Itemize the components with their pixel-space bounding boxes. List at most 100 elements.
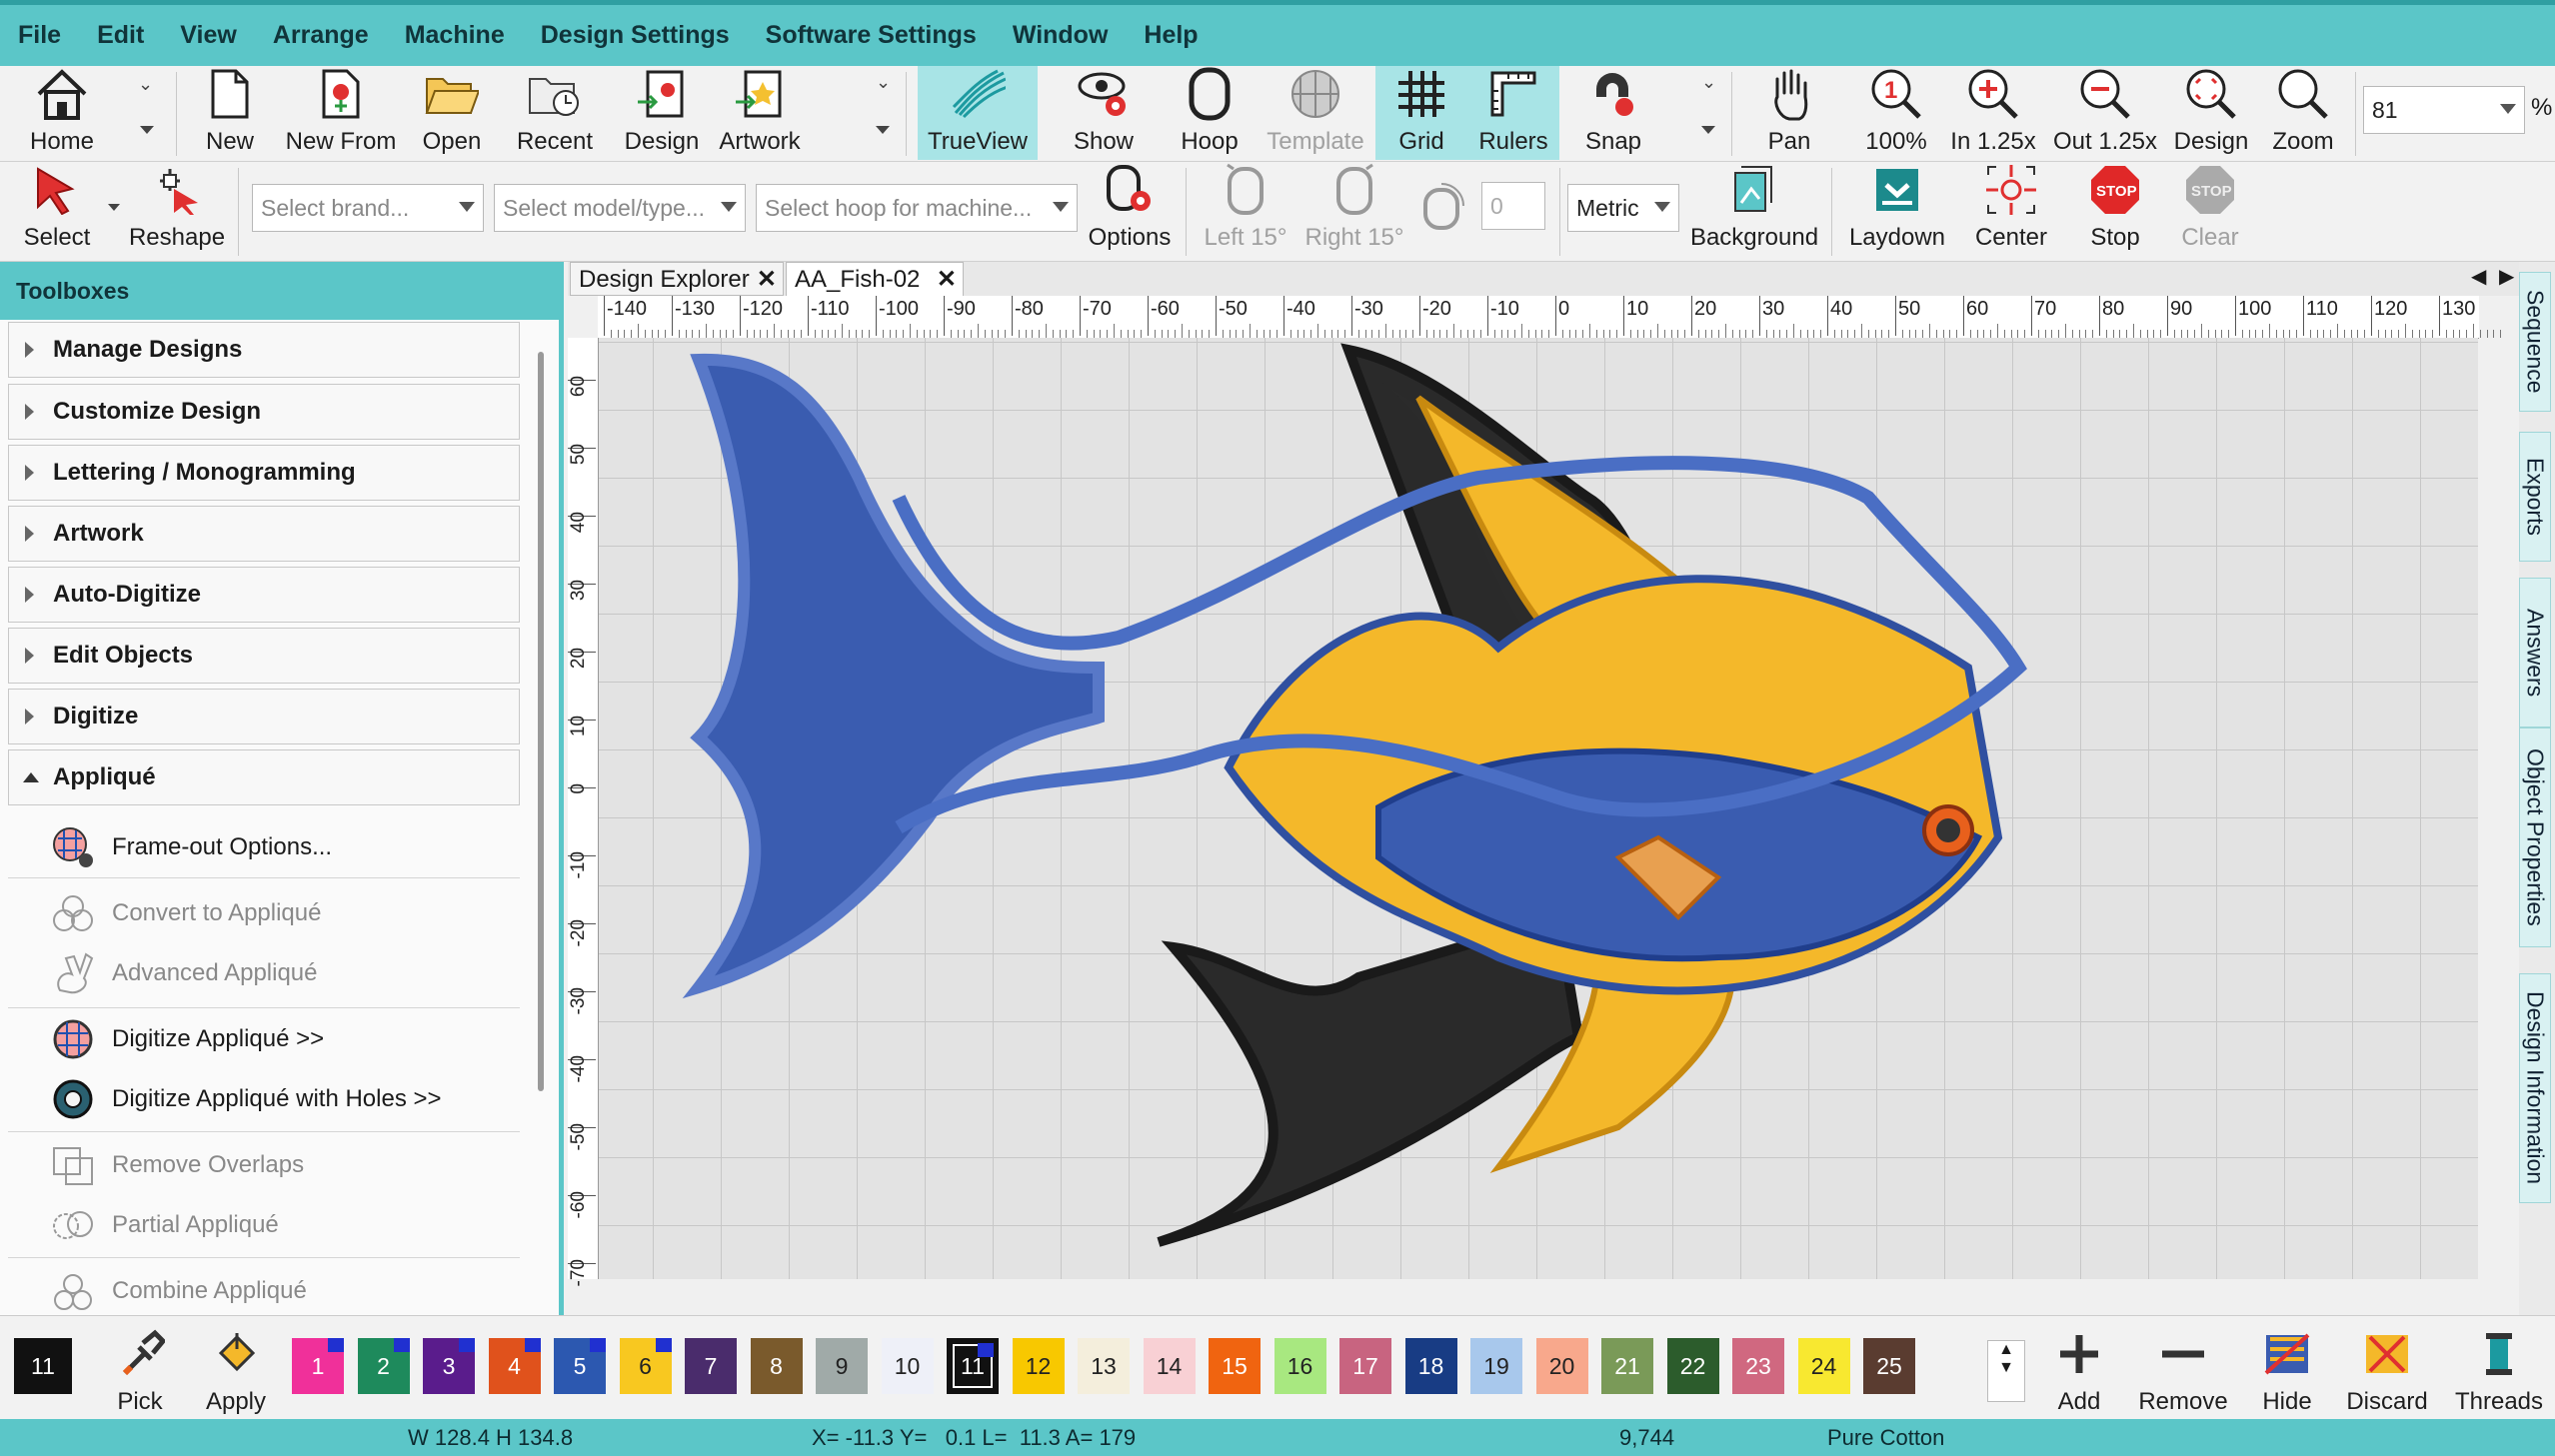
zoom-level-select[interactable]: 81	[2363, 86, 2525, 134]
grid-button[interactable]: Grid	[1375, 66, 1467, 160]
zoom-design-button[interactable]: Design	[2167, 66, 2255, 160]
zoom-in-button[interactable]: In 1.25x	[1945, 66, 2041, 160]
show-button[interactable]: Show	[1046, 66, 1162, 160]
chevron-down-icon[interactable]: ⌄	[876, 72, 891, 93]
category-lettering[interactable]: Lettering / Monogramming	[8, 445, 520, 501]
menu-file[interactable]: File	[0, 21, 79, 50]
tab-design-explorer[interactable]: Design Explorer ✕	[570, 262, 784, 296]
background-button[interactable]: Background	[1689, 162, 1819, 256]
discard-button[interactable]: Discard	[2337, 1316, 2437, 1420]
pan-button[interactable]: Pan	[1747, 66, 1831, 160]
tab-scroll-left-icon[interactable]: ◀	[2471, 264, 2486, 289]
panel-scrollbar[interactable]	[538, 352, 544, 1091]
laydown-button[interactable]: Laydown	[1841, 162, 1953, 256]
thread-swatch-18[interactable]: 18	[1404, 1338, 1457, 1394]
menu-design-settings[interactable]: Design Settings	[523, 21, 748, 50]
rotate-left-15-button[interactable]: Left 15°	[1194, 162, 1297, 256]
thread-swatch-1[interactable]: 1	[292, 1338, 344, 1394]
category-manage-designs[interactable]: Manage Designs	[8, 322, 520, 378]
home-button[interactable]: Home	[16, 66, 108, 160]
digitize-applique-holes-item[interactable]: Digitize Appliqué with Holes >>	[50, 1077, 442, 1121]
menu-view[interactable]: View	[162, 21, 255, 50]
thread-swatch-5[interactable]: 5	[554, 1338, 606, 1394]
reshape-button[interactable]: Reshape	[129, 162, 225, 256]
thread-swatch-24[interactable]: 24	[1797, 1338, 1850, 1394]
category-artwork[interactable]: Artwork	[8, 506, 520, 562]
thread-swatch-11[interactable]: 11	[947, 1338, 999, 1394]
open-button[interactable]: Open	[412, 66, 492, 160]
template-button[interactable]: Template	[1256, 66, 1375, 160]
category-customize-design[interactable]: Customize Design	[8, 384, 520, 440]
options-button[interactable]: Options	[1080, 162, 1180, 256]
category-digitize[interactable]: Digitize	[8, 689, 520, 744]
thread-swatch-21[interactable]: 21	[1601, 1338, 1653, 1394]
model-select[interactable]: Select model/type...	[494, 184, 746, 232]
close-icon[interactable]: ✕	[757, 263, 777, 297]
zoom-100-button[interactable]: 1 100%	[1851, 66, 1941, 160]
menu-window[interactable]: Window	[995, 21, 1127, 50]
hide-button[interactable]: Hide	[2245, 1316, 2329, 1420]
recent-button[interactable]: Recent	[502, 66, 608, 160]
dropdown-arrow-icon[interactable]	[108, 204, 120, 211]
thread-swatch-20[interactable]: 20	[1535, 1338, 1588, 1394]
tab-sequence[interactable]: Sequence	[2519, 272, 2551, 412]
dropdown-arrow-icon[interactable]	[1701, 126, 1715, 134]
menu-help[interactable]: Help	[1126, 21, 1216, 50]
menu-software-settings[interactable]: Software Settings	[748, 21, 995, 50]
thread-swatch-13[interactable]: 13	[1078, 1338, 1130, 1394]
thread-swatch-16[interactable]: 16	[1274, 1338, 1326, 1394]
chevron-down-icon[interactable]: ⌄	[138, 74, 153, 95]
thread-swatch-15[interactable]: 15	[1209, 1338, 1261, 1394]
combine-applique-item[interactable]: Combine Appliqué	[50, 1269, 307, 1313]
scroll-down-icon[interactable]: ▼	[1988, 1359, 2024, 1377]
menu-arrange[interactable]: Arrange	[255, 21, 387, 50]
tab-scroll-right-icon[interactable]: ▶	[2499, 264, 2514, 289]
scroll-up-icon[interactable]: ▲	[1988, 1341, 2024, 1359]
thread-swatch-6[interactable]: 6	[619, 1338, 672, 1394]
thread-swatch-12[interactable]: 12	[1012, 1338, 1065, 1394]
tab-exports[interactable]: Exports	[2519, 432, 2551, 562]
design-canvas[interactable]	[599, 338, 2478, 1279]
close-icon[interactable]: ✕	[937, 263, 957, 297]
apply-button[interactable]: Apply	[186, 1316, 286, 1420]
design-button[interactable]: Design	[618, 66, 706, 160]
thread-swatch-7[interactable]: 7	[685, 1338, 737, 1394]
tab-design-information[interactable]: Design Information	[2519, 973, 2551, 1203]
snap-button[interactable]: Snap	[1561, 66, 1665, 160]
hoop-button[interactable]: Hoop	[1168, 66, 1252, 160]
pick-button[interactable]: Pick	[90, 1316, 190, 1420]
add-thread-button[interactable]: Add	[2033, 1316, 2125, 1420]
threads-button[interactable]: Threads	[2445, 1316, 2553, 1420]
artwork-button[interactable]: Artwork	[714, 66, 806, 160]
thread-swatch-25[interactable]: 25	[1863, 1338, 1915, 1394]
palette-scroll[interactable]: ▲ ▼	[1987, 1340, 2025, 1402]
thread-swatch-8[interactable]: 8	[750, 1338, 803, 1394]
thread-swatch-10[interactable]: 10	[881, 1338, 934, 1394]
zoom-out-button[interactable]: Out 1.25x	[2047, 66, 2163, 160]
thread-swatch-14[interactable]: 14	[1143, 1338, 1196, 1394]
current-color[interactable]: 11	[14, 1338, 72, 1394]
fish-design[interactable]	[599, 338, 2478, 1279]
center-button[interactable]: Center	[1961, 162, 2061, 256]
tab-aa-fish[interactable]: AA_Fish-02 ✕	[786, 262, 964, 296]
digitize-applique-item[interactable]: Digitize Appliqué >>	[50, 1017, 324, 1061]
dropdown-arrow-icon[interactable]	[140, 126, 154, 134]
thread-swatch-19[interactable]: 19	[1470, 1338, 1522, 1394]
convert-to-applique-item[interactable]: Convert to Appliqué	[50, 891, 321, 935]
remove-thread-button[interactable]: Remove	[2131, 1316, 2235, 1420]
stop-button[interactable]: STOP Stop	[2065, 162, 2165, 256]
thread-swatch-22[interactable]: 22	[1666, 1338, 1719, 1394]
rotate-angle-input[interactable]: 0	[1481, 182, 1545, 230]
units-select[interactable]: Metric	[1567, 184, 1679, 232]
category-auto-digitize[interactable]: Auto-Digitize	[8, 567, 520, 623]
menu-edit[interactable]: Edit	[79, 21, 162, 50]
dropdown-arrow-icon[interactable]	[876, 126, 890, 134]
rotate-icon[interactable]	[1417, 182, 1465, 239]
remove-overlaps-item[interactable]: Remove Overlaps	[50, 1143, 304, 1187]
chevron-down-icon[interactable]: ⌄	[1701, 72, 1716, 93]
brand-select[interactable]: Select brand...	[252, 184, 484, 232]
hoop-select[interactable]: Select hoop for machine...	[756, 184, 1078, 232]
frame-out-options-item[interactable]: Frame-out Options...	[50, 825, 332, 869]
thread-swatch-9[interactable]: 9	[816, 1338, 868, 1394]
thread-swatch-17[interactable]: 17	[1339, 1338, 1391, 1394]
